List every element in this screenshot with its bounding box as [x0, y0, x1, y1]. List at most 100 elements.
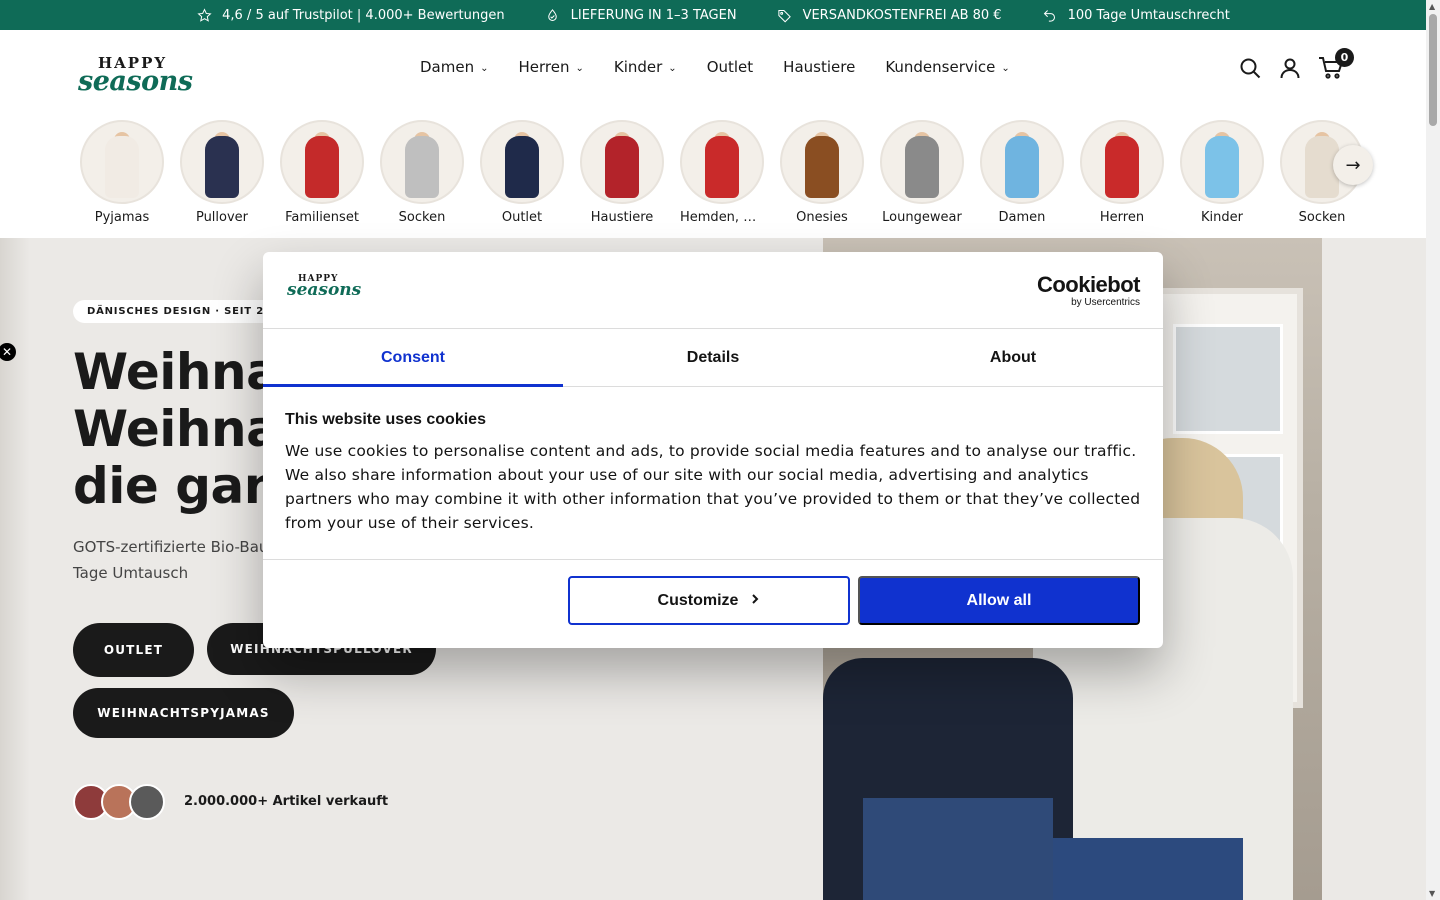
category-item[interactable]: Pullover [180, 120, 264, 225]
category-item[interactable]: Socken [380, 120, 464, 225]
category-image [480, 120, 564, 204]
nav-item-outlet[interactable]: Outlet [707, 58, 753, 76]
site-header: HAPPY seasons Damen ⌄ Herren ⌄ Kinder ⌄ Out… [0, 30, 1426, 108]
nav-label: Outlet [706, 58, 754, 76]
category-image [80, 120, 164, 204]
announcement-text: 4,6 / 5 auf Trustpilot | 4.000+ Bewertun… [222, 7, 505, 23]
nav-label: Herren [518, 58, 570, 76]
dialog-tabs: Consent Details About [263, 329, 1163, 387]
tag-icon [777, 7, 793, 23]
announcement-item-delivery: LIEFERUNG IN 1–3 TAGEN [545, 7, 737, 23]
weihnachtspyjamas-button[interactable]: WEIHNACHTSPYJAMAS [73, 688, 294, 738]
category-image [1180, 120, 1264, 204]
nav-item-kundenservice[interactable]: Kundenservice ⌄ [885, 58, 1009, 76]
site-logo[interactable]: HAPPY seasons [78, 54, 193, 106]
category-label: Outlet [501, 210, 543, 225]
figure-body [205, 136, 239, 198]
announcement-item-trustpilot[interactable]: 4,6 / 5 auf Trustpilot | 4.000+ Bewertun… [196, 7, 505, 23]
hero-edge-shade [0, 238, 30, 900]
category-label: Pullover [195, 210, 249, 225]
search-icon[interactable] [1238, 56, 1262, 80]
category-item[interactable]: Onesies [780, 120, 864, 225]
category-item[interactable]: Haustiere [580, 120, 664, 225]
nav-item-haustiere[interactable]: Haustiere [783, 58, 855, 76]
category-image [780, 120, 864, 204]
customize-label: Customize [657, 591, 739, 609]
announcement-item-shipping: VERSANDKOSTENFREI AB 80 € [777, 7, 1002, 23]
dialog-title: This website uses cookies [285, 411, 486, 428]
avatar [129, 784, 165, 820]
figure-body [305, 136, 339, 198]
cookiebot-brand: Cookiebot [1036, 272, 1141, 297]
scroll-up-icon[interactable]: ▲ [1429, 2, 1435, 11]
category-item[interactable]: Pyjamas [80, 120, 164, 225]
scrollbar-thumb[interactable] [1429, 14, 1437, 126]
figure-body [505, 136, 539, 198]
figure-body [405, 136, 439, 198]
category-label: Hemden, An... [680, 210, 764, 225]
cabinet-glass [1173, 324, 1283, 434]
category-item[interactable]: Herren [1080, 120, 1164, 225]
category-item[interactable]: Hemden, An... [680, 120, 764, 225]
cookie-consent-dialog: HAPPY seasons Cookiebot by Usercentrics … [263, 252, 1163, 648]
category-carousel: Pyjamas Pullover Familienset Socken Outlet Ha… [80, 120, 1370, 230]
tab-details[interactable]: Details [563, 329, 863, 386]
figure-body [605, 136, 639, 198]
chevron-down-icon: ⌄ [480, 62, 489, 74]
category-label: Haustiere [590, 210, 654, 225]
dialog-site-logo: HAPPY seasons [287, 274, 361, 306]
category-label: Herren [1099, 210, 1145, 225]
nav-label: Haustiere [783, 58, 856, 76]
figure-body [905, 136, 939, 198]
jeans-shape [1053, 838, 1243, 900]
category-image [580, 120, 664, 204]
chevron-down-icon: ⌄ [575, 62, 584, 74]
category-image [280, 120, 364, 204]
announcement-text: 100 Tage Umtauschrecht [1067, 7, 1230, 23]
dialog-text: We use cookies to personalise content an… [285, 442, 1141, 532]
category-label: Socken [1298, 210, 1346, 225]
page-scrollbar[interactable]: ▲ ▼ [1426, 0, 1440, 900]
dialog-header: HAPPY seasons Cookiebot by Usercentrics [263, 252, 1163, 329]
category-label: Loungewear [882, 210, 962, 225]
cookiebot-logo[interactable]: Cookiebot by Usercentrics [1036, 272, 1141, 309]
account-icon[interactable] [1278, 56, 1302, 80]
chevron-down-icon: ⌄ [668, 62, 677, 74]
category-label: Socken [398, 210, 446, 225]
carousel-next-button[interactable]: → [1333, 145, 1373, 185]
category-label: Familienset [285, 210, 359, 225]
figure-body [1005, 136, 1039, 198]
category-image [1080, 120, 1164, 204]
nav-item-herren[interactable]: Herren ⌄ [518, 58, 583, 76]
category-label: Kinder [1201, 210, 1243, 225]
jeans-shape [863, 798, 1053, 900]
outlet-button[interactable]: OUTLET [73, 623, 194, 677]
logo-text-bottom: seasons [78, 66, 193, 97]
allow-all-button[interactable]: Allow all [858, 576, 1140, 625]
category-item[interactable]: Kinder [1180, 120, 1264, 225]
cart-icon[interactable]: 0 [1318, 48, 1354, 80]
category-item[interactable]: Familienset [280, 120, 364, 225]
nav-item-damen[interactable]: Damen ⌄ [420, 58, 488, 76]
announcement-text: VERSANDKOSTENFREI AB 80 € [802, 7, 1002, 23]
tab-about[interactable]: About [863, 329, 1163, 386]
nav-label: Damen [420, 58, 475, 76]
category-item[interactable]: Loungewear [880, 120, 964, 225]
tab-consent[interactable]: Consent [263, 329, 563, 387]
return-arrow-icon [1042, 7, 1058, 23]
figure-body [105, 136, 139, 198]
figure-body [1205, 136, 1239, 198]
category-image [180, 120, 264, 204]
category-image [880, 120, 964, 204]
main-nav: Damen ⌄ Herren ⌄ Kinder ⌄ Outlet Haustiere … [420, 58, 1010, 76]
chevron-right-icon [750, 592, 760, 610]
customize-button[interactable]: Customize [568, 576, 850, 625]
nav-label: Kinder [613, 58, 663, 76]
category-item[interactable]: Outlet [480, 120, 564, 225]
category-item[interactable]: Damen [980, 120, 1064, 225]
category-image [380, 120, 464, 204]
nav-item-kinder[interactable]: Kinder ⌄ [614, 58, 677, 76]
figure-body [805, 136, 839, 198]
scroll-down-icon[interactable]: ▼ [1429, 889, 1435, 898]
cart-count-badge: 0 [1335, 48, 1354, 67]
